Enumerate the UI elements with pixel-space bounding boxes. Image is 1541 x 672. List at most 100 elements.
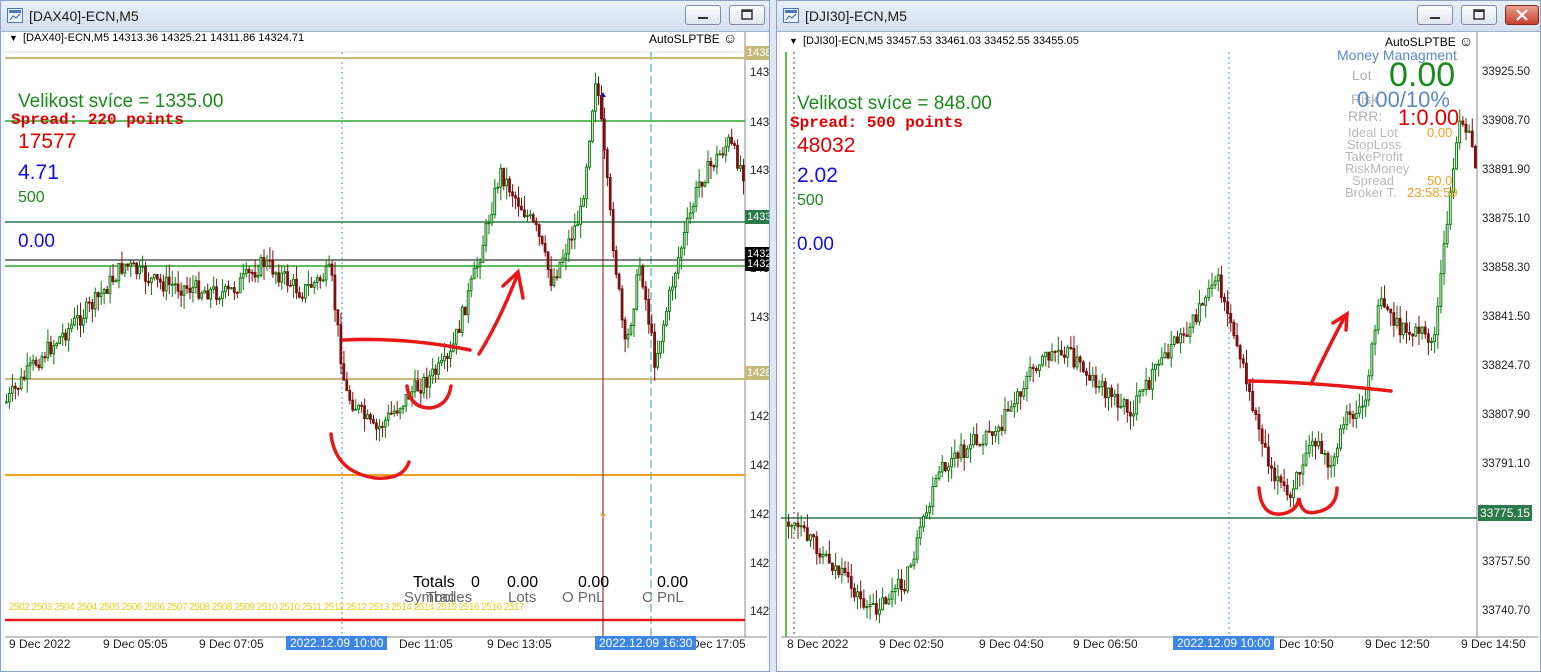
candle-body (1081, 361, 1085, 373)
candle-body (1335, 447, 1339, 458)
candle-body (206, 290, 210, 300)
candle-body (377, 425, 381, 430)
time-selected-tag: 2022.12.09 10:00 (286, 636, 388, 650)
candle-body (837, 565, 841, 576)
candle-body (712, 165, 716, 168)
candle-body (1160, 357, 1164, 365)
candle-body (295, 278, 298, 294)
smiley-icon[interactable]: ☺ (1459, 33, 1473, 49)
candle-body (676, 257, 680, 274)
price-axis-label: 33875.10 (1482, 213, 1530, 225)
candle-body (796, 522, 800, 528)
candle-body (158, 278, 162, 283)
candle-body (884, 597, 888, 605)
candle-body (1063, 354, 1066, 358)
candle-body (401, 405, 405, 410)
candle-body (1354, 412, 1358, 419)
candle-body (700, 181, 704, 187)
minimize-button[interactable] (1417, 5, 1453, 25)
candle-body (241, 273, 245, 279)
candle-body (821, 553, 825, 558)
candle-body (641, 265, 645, 288)
candle-body (1210, 284, 1214, 289)
candle-body (312, 281, 316, 288)
candle-body (342, 363, 346, 381)
candle-body (203, 290, 207, 294)
candle-body (1110, 387, 1113, 397)
stat-value-zero: 0.00 (18, 231, 55, 252)
candle-body (354, 408, 358, 411)
candle-body (614, 250, 618, 275)
dax-chart-window[interactable]: [DAX40]-ECN,M5 [DAX40]-ECN,M5 14313.36 1… (0, 0, 770, 672)
candle-body (715, 153, 719, 168)
candle-body (58, 336, 62, 345)
candle-body (694, 186, 698, 207)
time-axis-label: 9 Dec 07:05 (199, 637, 264, 651)
smiley-icon[interactable]: ☺ (723, 30, 737, 46)
collapse-triangle-icon[interactable]: ▼ (9, 33, 18, 43)
candle-body (493, 187, 497, 216)
time-axis-label: 9 Dec 06:50 (1073, 637, 1138, 651)
candle-body (102, 289, 106, 294)
dji-title-bar[interactable]: [DJI30]-ECN,M5 (777, 1, 1540, 32)
candle-body (511, 191, 514, 197)
candle-body (1197, 303, 1201, 323)
candle-body (1426, 333, 1430, 343)
maximize-button[interactable] (1461, 5, 1497, 25)
candle-body (1417, 326, 1421, 334)
price-axis-label: 33824.70 (1482, 360, 1530, 372)
candle-body (1389, 308, 1393, 314)
candle-body (1091, 374, 1095, 381)
maximize-button[interactable] (729, 5, 765, 25)
time-axis-label: 8 Dec 2022 (787, 637, 849, 651)
candle-body (1395, 317, 1399, 326)
close-button[interactable] (1505, 5, 1539, 25)
candle-body (890, 591, 894, 600)
candle-body (431, 368, 434, 377)
candle-body (1464, 123, 1468, 133)
candle-body (224, 285, 227, 293)
candle-body (428, 375, 432, 388)
candle-body (1150, 368, 1154, 390)
candle-body (1445, 223, 1449, 245)
candle-body (1132, 413, 1135, 417)
candle-body (809, 534, 812, 541)
candle-body (226, 285, 230, 290)
minimize-button[interactable] (685, 5, 721, 25)
dji-chart-window[interactable]: [DJI30]-ECN,M5 [DJI30]-ECN,M5 33457.53 3… (776, 0, 1541, 672)
candle-body (321, 279, 325, 282)
candle-body (10, 385, 14, 394)
chart-header: [DAX40]-ECN,M5 14313.36 14325.21 14311.8… (23, 32, 305, 44)
candle-body (1342, 424, 1346, 430)
candle-body (170, 283, 174, 286)
candle-body (457, 328, 461, 333)
candle-body (1078, 356, 1082, 363)
candle-body (1000, 426, 1004, 431)
candle-body (1244, 362, 1248, 385)
candle-body (1232, 321, 1236, 337)
candle-body (481, 244, 485, 263)
candle-body (555, 276, 559, 279)
price-axis-label: 1427 (750, 411, 770, 423)
candle-body (380, 425, 384, 428)
candle-body (546, 251, 550, 271)
candle-body (1075, 356, 1079, 368)
collapse-triangle-icon[interactable]: ▼ (789, 36, 798, 46)
candle-body (448, 350, 452, 359)
candle-body (19, 376, 23, 390)
candle-body (947, 466, 950, 472)
price-axis-label: 33757.50 (1482, 556, 1530, 568)
candle-body (155, 274, 159, 280)
candle-body (865, 606, 869, 609)
chart-window-icon (7, 8, 23, 23)
mm-rrr-label: RRR: (1348, 108, 1383, 124)
candle-body (1223, 296, 1226, 303)
candle-body (1263, 442, 1267, 448)
candle-body (697, 181, 701, 188)
dax-title-bar[interactable]: [DAX40]-ECN,M5 (1, 1, 769, 32)
candle-body (150, 277, 153, 284)
candle-body (218, 298, 221, 301)
time-axis-label: 9 Dec 13:05 (487, 637, 552, 651)
candle-body (1147, 379, 1151, 390)
candle-body (300, 296, 304, 299)
